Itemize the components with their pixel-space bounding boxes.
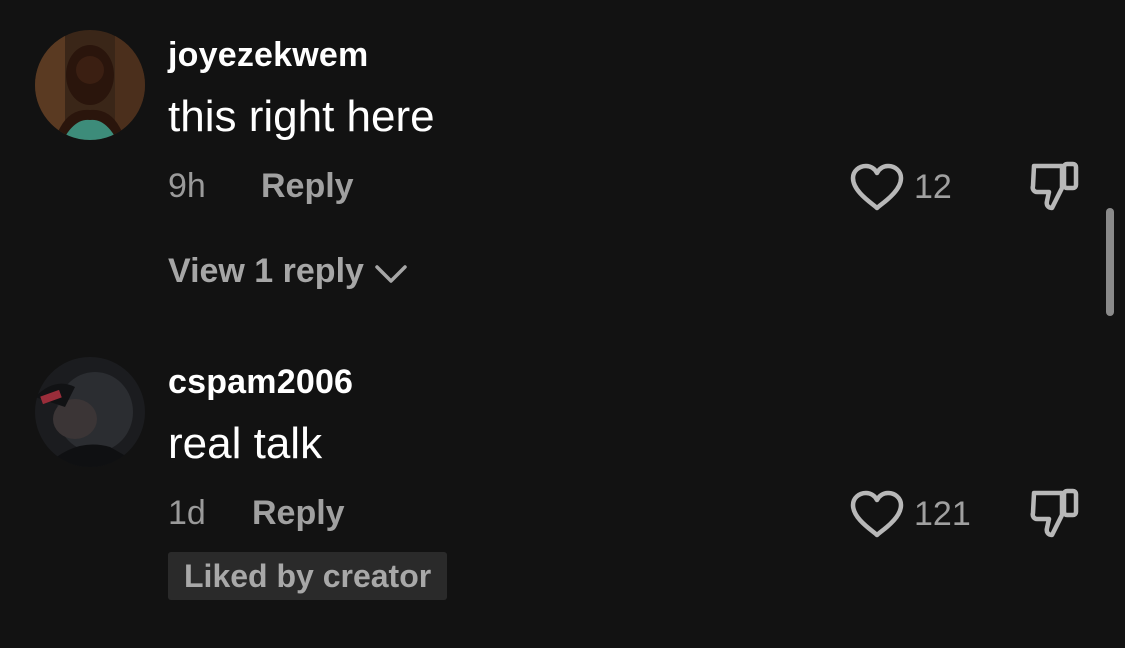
username[interactable]: joyezekwem (168, 36, 368, 75)
like-count: 12 (914, 168, 952, 206)
heart-outline-icon[interactable] (849, 489, 905, 539)
comments-screen: joyezekwem this right here 9h Reply 12 V… (0, 0, 1125, 648)
thumbs-down-icon[interactable] (1028, 485, 1080, 541)
view-replies-label: View 1 reply (168, 252, 364, 290)
heart-outline-icon[interactable] (849, 162, 905, 212)
timestamp: 9h (168, 167, 206, 205)
chevron-down-icon (375, 264, 407, 283)
like-count: 121 (914, 495, 971, 533)
view-replies-button[interactable]: View 1 reply (168, 252, 408, 291)
scrollbar[interactable] (1106, 208, 1114, 316)
avatar[interactable] (35, 30, 145, 140)
reply-button[interactable]: Reply (252, 494, 345, 533)
reply-button[interactable]: Reply (261, 167, 354, 206)
username[interactable]: cspam2006 (168, 363, 353, 402)
comment-text: this right here (168, 92, 435, 141)
liked-by-creator-badge: Liked by creator (168, 552, 448, 600)
comment-text: real talk (168, 419, 323, 468)
timestamp: 1d (168, 494, 206, 532)
avatar[interactable] (35, 357, 145, 467)
thumbs-down-icon[interactable] (1028, 158, 1080, 214)
